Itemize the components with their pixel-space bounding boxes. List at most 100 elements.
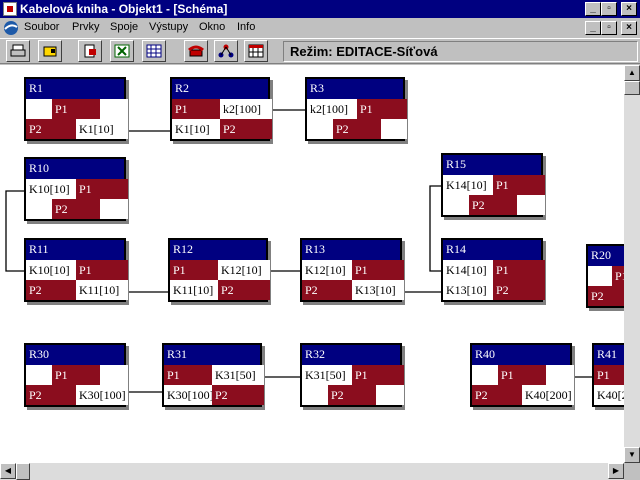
port-cell[interactable]: P1 xyxy=(357,99,407,119)
empty-cell[interactable] xyxy=(302,385,328,405)
empty-cell[interactable] xyxy=(472,365,498,385)
port-cell[interactable]: P2 xyxy=(52,199,100,219)
cable-cell[interactable]: K30[100] xyxy=(76,385,128,405)
cable-cell[interactable]: K40[200] xyxy=(522,385,574,405)
cable-cell[interactable]: K12[10] xyxy=(218,260,270,280)
menu-prvky[interactable]: Prvky xyxy=(72,21,100,33)
port-cell[interactable]: P2 xyxy=(26,280,76,300)
vertical-scrollbar[interactable]: ▲ ▼ xyxy=(624,65,640,463)
empty-cell[interactable] xyxy=(100,365,128,385)
excel-icon[interactable] xyxy=(110,40,134,62)
table-r41[interactable]: R41P1K40[200] xyxy=(592,343,624,407)
empty-cell[interactable] xyxy=(100,199,128,219)
cable-cell[interactable]: K13[10] xyxy=(352,280,404,300)
port-cell[interactable]: P1 xyxy=(352,260,404,280)
menu-spoje[interactable]: Spoje xyxy=(110,21,138,33)
cable-cell[interactable]: K14[10] xyxy=(443,260,493,280)
doc-minimize-button[interactable]: _ xyxy=(585,21,601,35)
table-r12[interactable]: R12 P1 K12[10] K11[10] P2 xyxy=(168,238,270,302)
port-cell[interactable]: P1 xyxy=(76,260,128,280)
menu-vystupy[interactable]: Výstupy xyxy=(149,21,188,33)
cable-cell[interactable]: K31[50] xyxy=(212,365,264,385)
table-r32[interactable]: R32 K31[50] P1 P2 xyxy=(300,343,404,407)
table-r3[interactable]: R3 k2[100] P1 P2 xyxy=(305,77,407,141)
table-r2[interactable]: R2 P1 k2[100] K1[10] P2 xyxy=(170,77,272,141)
table-r10[interactable]: R10 K10[10] P1 P2 xyxy=(24,157,128,221)
cable-cell[interactable]: k2[100] xyxy=(220,99,272,119)
port-cell[interactable]: P1 xyxy=(594,365,624,385)
cable-cell[interactable]: K11[10] xyxy=(76,280,128,300)
cable-cell[interactable]: K31[50] xyxy=(302,365,352,385)
port-cell[interactable]: P1 xyxy=(498,365,546,385)
table-r40[interactable]: R40 P1 P2 K40[200] xyxy=(470,343,574,407)
empty-cell[interactable] xyxy=(588,266,612,286)
minimize-button[interactable]: _ xyxy=(585,2,601,16)
port-cell[interactable]: P1 xyxy=(164,365,212,385)
port-cell[interactable]: P2 xyxy=(328,385,376,405)
port-cell[interactable]: P2 xyxy=(333,119,381,139)
table-r1[interactable]: R1 P1 P2 K1[10] xyxy=(24,77,128,141)
cable-cell[interactable]: K13[10] xyxy=(443,280,493,300)
empty-cell[interactable] xyxy=(517,195,545,215)
port-cell[interactable]: P2 xyxy=(218,280,270,300)
cable-cell[interactable]: K10[10] xyxy=(26,179,76,199)
port-cell[interactable]: P2 xyxy=(302,280,352,300)
port-cell[interactable]: P1 xyxy=(493,175,545,195)
port-cell[interactable]: P2 xyxy=(588,286,624,306)
cable-cell[interactable]: K10[10] xyxy=(26,260,76,280)
port-cell[interactable]: P2 xyxy=(472,385,522,405)
cable-cell[interactable]: K40[200] xyxy=(594,385,624,405)
doc-close-button[interactable]: × xyxy=(621,21,637,35)
empty-cell[interactable] xyxy=(376,385,404,405)
table-r30[interactable]: R30 P1 P2 K30[100] xyxy=(24,343,128,407)
schema-canvas[interactable]: R1 P1 P2 K1[10] R2 P1 k2[100] K1[10] P2 R3 k2[100]… xyxy=(0,65,624,463)
network-icon[interactable] xyxy=(214,40,238,62)
cable-cell[interactable]: K11[10] xyxy=(170,280,218,300)
scroll-right-icon[interactable]: ▶ xyxy=(608,463,624,479)
cable-cell[interactable]: K30[100] xyxy=(164,385,212,405)
port-cell[interactable]: P1 xyxy=(493,260,545,280)
phone-icon[interactable] xyxy=(184,40,208,62)
maximize-button[interactable]: ▫ xyxy=(601,2,617,16)
empty-cell[interactable] xyxy=(100,99,128,119)
port-cell[interactable]: P1 xyxy=(52,365,100,385)
scroll-up-icon[interactable]: ▲ xyxy=(624,65,640,81)
cable-cell[interactable]: k2[100] xyxy=(307,99,357,119)
port-cell[interactable]: P2 xyxy=(493,280,545,300)
cable-cell[interactable]: K1[10] xyxy=(76,119,128,139)
empty-cell[interactable] xyxy=(443,195,469,215)
cable-cell[interactable]: K1[10] xyxy=(172,119,220,139)
port-cell[interactable]: P1 xyxy=(172,99,220,119)
port-cell[interactable]: P2 xyxy=(212,385,264,405)
scroll-down-icon[interactable]: ▼ xyxy=(624,447,640,463)
port-cell[interactable]: P1 xyxy=(170,260,218,280)
document-logo-icon[interactable] xyxy=(3,20,19,36)
table-r15[interactable]: R15 K14[10] P1 P2 xyxy=(441,153,545,217)
empty-cell[interactable] xyxy=(26,199,52,219)
port-cell[interactable]: P2 xyxy=(26,385,76,405)
port-cell[interactable]: P1 xyxy=(76,179,128,199)
menu-soubor[interactable]: Soubor xyxy=(24,21,59,33)
empty-cell[interactable] xyxy=(26,365,52,385)
empty-cell[interactable] xyxy=(381,119,407,139)
export-icon[interactable] xyxy=(78,40,102,62)
empty-cell[interactable] xyxy=(307,119,333,139)
empty-cell[interactable] xyxy=(546,365,574,385)
port-cell[interactable]: P2 xyxy=(220,119,272,139)
table-r20[interactable]: R20P1P2 xyxy=(586,244,624,308)
empty-cell[interactable] xyxy=(26,99,52,119)
cable-cell[interactable]: K12[10] xyxy=(302,260,352,280)
doc-restore-button[interactable]: ▫ xyxy=(601,21,617,35)
port-cell[interactable]: P1 xyxy=(352,365,404,385)
calendar-icon[interactable] xyxy=(244,40,268,62)
cable-cell[interactable]: K14[10] xyxy=(443,175,493,195)
horizontal-scroll-thumb[interactable] xyxy=(16,463,30,480)
preview-icon[interactable] xyxy=(38,40,62,62)
port-cell[interactable]: P1 xyxy=(52,99,100,119)
close-button[interactable]: × xyxy=(621,2,637,16)
scroll-left-icon[interactable]: ◀ xyxy=(0,463,16,479)
port-cell[interactable]: P2 xyxy=(26,119,76,139)
table-r11[interactable]: R11 K10[10] P1 P2 K11[10] xyxy=(24,238,128,302)
table-r14[interactable]: R14 K14[10] P1 K13[10] P2 xyxy=(441,238,545,302)
table-r13[interactable]: R13 K12[10] P1 P2 K13[10] xyxy=(300,238,404,302)
